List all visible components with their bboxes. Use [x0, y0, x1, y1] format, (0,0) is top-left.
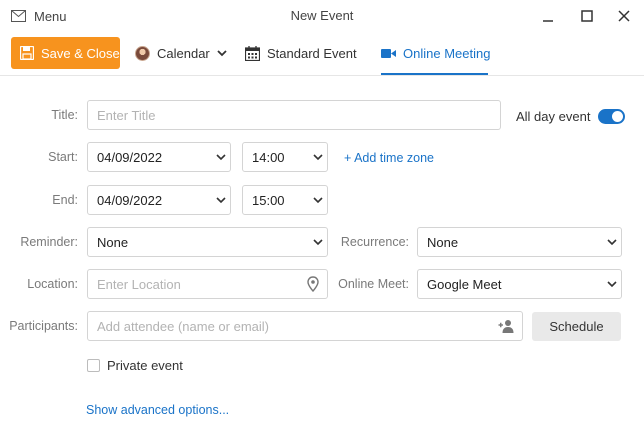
maximize-icon — [581, 10, 593, 22]
online-meeting-label: Online Meeting — [403, 45, 491, 61]
active-tab-indicator — [381, 73, 488, 75]
schedule-button[interactable]: Schedule — [532, 312, 621, 341]
chevron-down-icon — [217, 50, 227, 57]
show-advanced-options-link[interactable]: Show advanced options... — [86, 403, 229, 417]
all-day-event-label: All day event — [516, 108, 591, 124]
chevron-down-icon — [313, 197, 323, 204]
end-time-value: 15:00 — [252, 192, 285, 208]
start-date-select[interactable]: 04/09/2022 — [87, 142, 231, 172]
avatar — [135, 45, 150, 61]
calendar-dropdown[interactable]: Calendar — [135, 37, 227, 69]
end-label: End: — [52, 193, 78, 207]
add-person-icon[interactable] — [498, 319, 514, 333]
tab-online-meeting[interactable]: Online Meeting — [381, 37, 490, 69]
recurrence-select[interactable]: None — [417, 227, 622, 257]
location-label: Location: — [27, 277, 78, 291]
reminder-value: None — [97, 234, 129, 250]
close-icon — [618, 10, 630, 22]
recurrence-value: None — [427, 234, 459, 250]
location-pin-icon[interactable] — [307, 276, 319, 292]
title-label: Title: — [51, 108, 78, 122]
participants-input[interactable]: Add attendee (name or email) — [87, 311, 523, 341]
online-meet-label: Online Meet: — [338, 277, 409, 291]
title-bar: Menu New Event — [0, 0, 644, 32]
maximize-button[interactable] — [577, 6, 597, 26]
tab-standard-event[interactable]: Standard Event — [245, 37, 357, 69]
minimize-button[interactable] — [538, 6, 558, 26]
title-input[interactable]: Enter Title — [87, 100, 501, 130]
save-close-button[interactable]: Save & Close — [11, 37, 120, 69]
chevron-down-icon — [313, 154, 323, 161]
chevron-down-icon — [607, 239, 617, 246]
video-camera-icon — [381, 48, 396, 58]
start-date-value: 04/09/2022 — [97, 149, 163, 165]
end-date-select[interactable]: 04/09/2022 — [87, 185, 231, 215]
save-icon — [20, 46, 34, 60]
chevron-down-icon — [607, 281, 617, 288]
all-day-event-toggle-row: All day event — [516, 107, 626, 125]
end-date-value: 04/09/2022 — [97, 192, 163, 208]
start-label: Start: — [48, 150, 78, 164]
all-day-event-toggle[interactable] — [598, 108, 626, 124]
chevron-down-icon — [216, 154, 226, 161]
location-placeholder: Enter Location — [97, 276, 181, 292]
menu-button[interactable]: Menu — [11, 7, 67, 25]
end-time-select[interactable]: 15:00 — [242, 185, 328, 215]
chevron-down-icon — [216, 197, 226, 204]
private-event-checkbox[interactable] — [87, 359, 100, 372]
location-input[interactable]: Enter Location — [87, 269, 328, 299]
mail-icon — [11, 10, 26, 22]
participants-label: Participants: — [9, 319, 78, 333]
menu-label: Menu — [34, 8, 67, 24]
reminder-label: Reminder: — [20, 235, 78, 249]
close-button[interactable] — [614, 6, 634, 26]
add-time-zone-link[interactable]: + Add time zone — [344, 151, 434, 165]
calendar-grid-icon — [245, 45, 260, 61]
online-meet-select[interactable]: Google Meet — [417, 269, 622, 299]
online-meet-value: Google Meet — [427, 276, 502, 292]
reminder-select[interactable]: None — [87, 227, 328, 257]
private-event-label: Private event — [107, 358, 183, 373]
participants-placeholder: Add attendee (name or email) — [97, 318, 269, 334]
standard-event-label: Standard Event — [267, 45, 357, 61]
calendar-label: Calendar — [157, 45, 210, 61]
toolbar: Save & Close Calendar Standard Event Onl… — [0, 32, 644, 76]
start-time-value: 14:00 — [252, 149, 285, 165]
minimize-icon — [543, 20, 553, 22]
recurrence-label: Recurrence: — [340, 235, 409, 249]
start-time-select[interactable]: 14:00 — [242, 142, 328, 172]
save-close-label: Save & Close — [41, 45, 120, 61]
chevron-down-icon — [313, 239, 323, 246]
